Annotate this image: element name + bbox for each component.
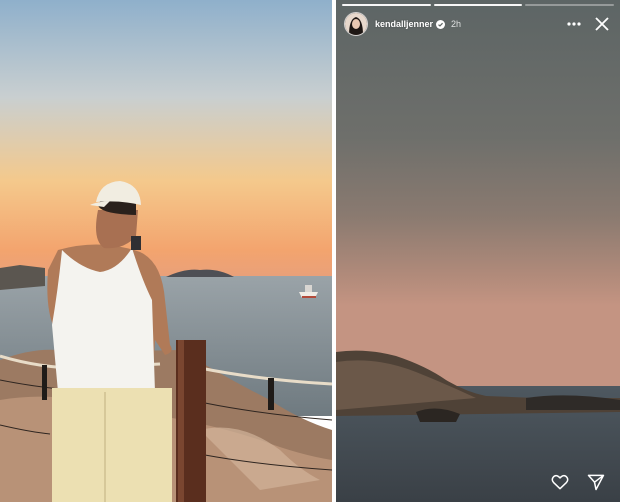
- story-progress-bar: [342, 4, 615, 6]
- story-actions: [550, 472, 606, 492]
- distant-buildings: [0, 265, 45, 290]
- story-timestamp: 2h: [451, 19, 462, 29]
- progress-segment: [433, 4, 523, 6]
- story-viewer[interactable]: kendalljenner 2h: [336, 0, 620, 502]
- left-photo: [0, 0, 332, 502]
- more-options-icon[interactable]: [564, 14, 584, 34]
- verified-badge-icon: [436, 19, 446, 29]
- story-header: kendalljenner 2h: [344, 12, 612, 36]
- sunset-photo: [0, 0, 332, 502]
- send-icon[interactable]: [586, 472, 606, 492]
- progress-segment: [342, 4, 431, 6]
- heart-icon[interactable]: [550, 472, 570, 492]
- close-icon[interactable]: [592, 14, 612, 34]
- story-username[interactable]: kendalljenner: [375, 19, 433, 29]
- avatar[interactable]: [344, 12, 368, 36]
- story-image: [336, 0, 620, 502]
- progress-segment: [525, 4, 615, 6]
